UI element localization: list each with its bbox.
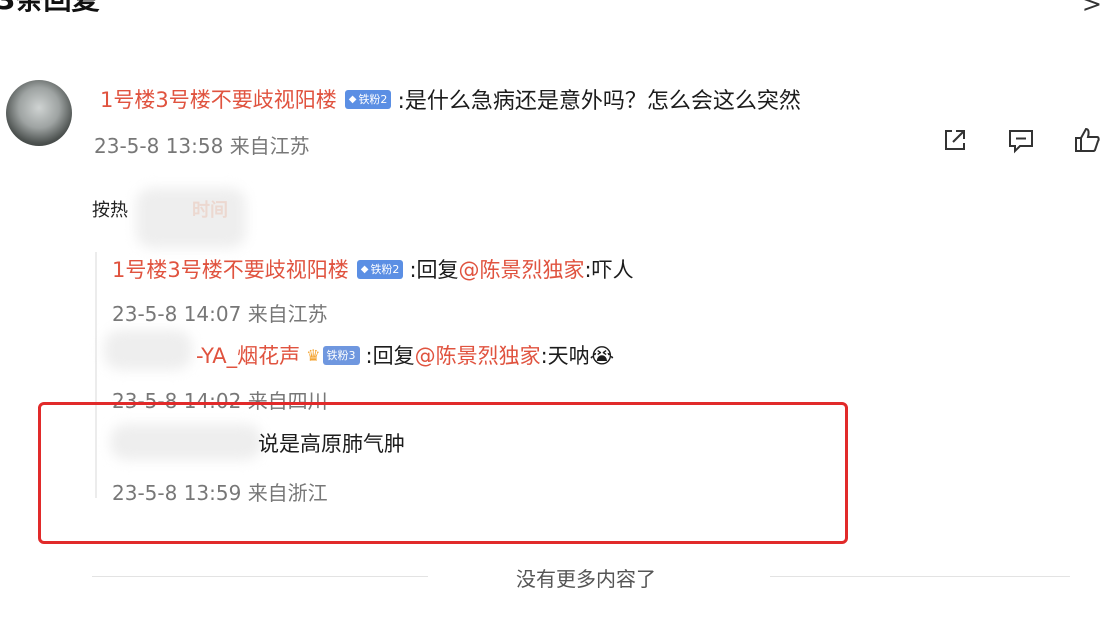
main-comment-username[interactable]: 1号楼3号楼不要歧视阳楼 — [100, 84, 337, 114]
reply-meta: 23-5-8 14:07 来自江苏 — [112, 298, 328, 327]
fan-badge[interactable]: 铁粉3 — [322, 345, 360, 365]
sort-by-hot[interactable]: 按热 — [92, 200, 128, 221]
main-comment-location: 来自江苏 — [229, 134, 310, 158]
page-title: 3条回复 — [0, 0, 99, 18]
comment-icon[interactable] — [1006, 125, 1036, 155]
divider — [770, 576, 1070, 577]
reply-location: 来自江苏 — [247, 302, 328, 326]
crown-icon: ♛ — [306, 345, 321, 365]
fan-badge-label: 铁粉2 — [358, 92, 388, 106]
share-icon[interactable] — [940, 125, 970, 155]
diamond-icon: ◆ — [360, 263, 369, 275]
blur-overlay — [136, 188, 246, 248]
blur-overlay — [104, 330, 192, 370]
fan-badge-label: 铁粉3 — [326, 348, 356, 362]
diamond-icon: ◆ — [348, 93, 357, 105]
main-comment-meta: 23-5-8 13:58 来自江苏 — [94, 130, 310, 159]
fan-badge-label: 铁粉2 — [370, 262, 400, 276]
chevron-right-icon[interactable]: > — [1082, 0, 1102, 18]
main-comment: 1号楼3号楼不要歧视阳楼 ◆ 铁粉2 :是什么急病还是意外吗？怎么会这么突然 — [100, 84, 801, 114]
reply-text: :天呐😭 — [540, 344, 615, 368]
reply-time: 23-5-8 14:07 — [112, 302, 242, 326]
comment-actions — [940, 125, 1102, 155]
reply-username[interactable]: -YA_烟花声 — [196, 340, 300, 370]
fan-badge[interactable]: ◆ 铁粉2 — [356, 259, 404, 279]
reply-username[interactable]: 1号楼3号楼不要歧视阳楼 — [112, 254, 349, 284]
fan-badge[interactable]: ◆ 铁粉2 — [344, 89, 392, 109]
divider — [92, 576, 428, 577]
reply-prefix: :回复 — [365, 344, 415, 368]
highlight-box — [38, 402, 848, 544]
reply-text: :吓人 — [584, 258, 634, 282]
like-icon[interactable] — [1072, 125, 1102, 155]
main-comment-time: 23-5-8 13:58 — [94, 134, 224, 158]
reply-item: 1号楼3号楼不要歧视阳楼 ◆ 铁粉2 :回复 @陈景烈独家 :吓人 — [112, 254, 634, 284]
reply-mention[interactable]: @陈景烈独家 — [415, 340, 541, 370]
main-comment-content: :是什么急病还是意外吗？怎么会这么突然 — [397, 89, 801, 114]
end-of-list-text: 没有更多内容了 — [516, 567, 656, 591]
reply-item: -YA_烟花声 ♛ 铁粉3 :回复 @陈景烈独家 :天呐😭 — [196, 340, 614, 370]
reply-prefix: :回复 — [409, 258, 459, 282]
reply-mention[interactable]: @陈景烈独家 — [459, 254, 585, 284]
avatar[interactable] — [6, 80, 72, 146]
